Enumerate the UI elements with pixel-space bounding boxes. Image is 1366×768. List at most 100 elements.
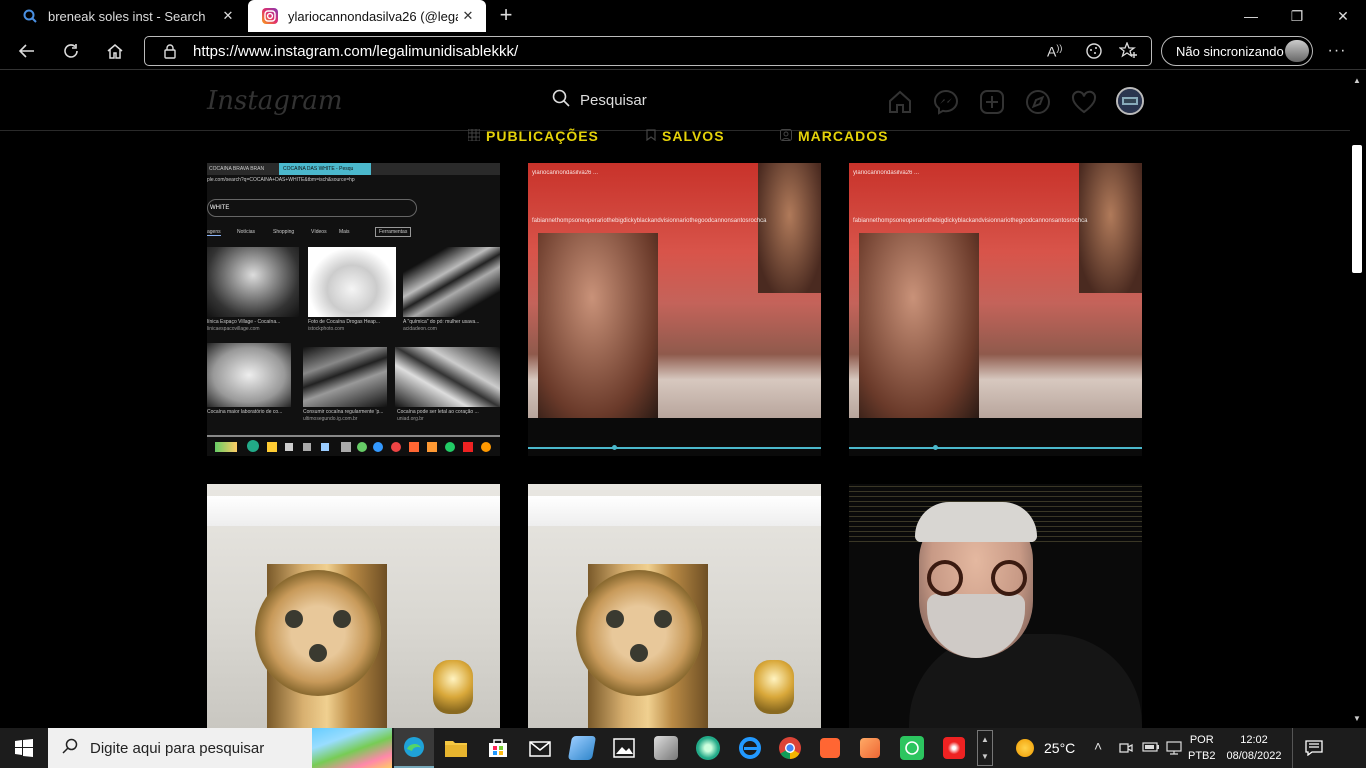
- post-thumbnail[interactable]: [207, 484, 500, 728]
- photo-box-lid: [528, 496, 821, 526]
- profile-sync-button[interactable]: Não sincronizando: [1161, 36, 1313, 66]
- file-explorer-icon[interactable]: [436, 728, 476, 768]
- search-highlight-image[interactable]: [312, 728, 392, 768]
- network-icon[interactable]: [1166, 740, 1182, 761]
- scroll-down-icon[interactable]: ▼: [1353, 714, 1361, 723]
- result-caption: Cocaína maior laboratório de co...: [207, 409, 283, 415]
- result-caption: Cocaína pode ser letal ao coração ... uni…: [397, 409, 479, 422]
- restore-icon[interactable]: ❐: [1274, 0, 1320, 32]
- address-bar[interactable]: https://www.instagram.com/legalimunidisa…: [144, 36, 1152, 66]
- close-window-icon[interactable]: ✕: [1320, 0, 1366, 32]
- battery-icon[interactable]: [1142, 740, 1160, 759]
- edge-taskbar-icon[interactable]: [394, 728, 434, 768]
- close-tab-icon[interactable]: ✕: [460, 8, 476, 24]
- navigation-bar: https://www.instagram.com/legalimunidisa…: [0, 32, 1366, 70]
- scroll-up-icon[interactable]: ▲: [1353, 76, 1361, 85]
- post-thumbnail[interactable]: ylariocannondasilva26 ... fabiannethomps…: [528, 163, 821, 456]
- whatsapp-icon[interactable]: [892, 728, 932, 768]
- grid-icon: [467, 128, 481, 144]
- tab-publicacoes[interactable]: PUBLICAÇÕES: [467, 128, 599, 144]
- read-aloud-icon[interactable]: A)): [1047, 43, 1062, 60]
- result-caption: línica Espaço Village - Cocaína... linica…: [207, 319, 281, 332]
- scrollbar-thumb[interactable]: [1352, 145, 1362, 273]
- taskbar-search-placeholder: Digite aqui para pesquisar: [90, 739, 265, 757]
- photo-box-lid: [207, 496, 500, 526]
- language-indicator[interactable]: POR PTB2: [1188, 732, 1216, 764]
- new-tab-button[interactable]: +: [494, 4, 518, 28]
- tab-title: breneak soles inst - Search: [48, 8, 206, 24]
- app-icon[interactable]: [688, 728, 728, 768]
- heart-icon[interactable]: [1071, 89, 1097, 115]
- filter-videos: Vídeos: [311, 229, 327, 235]
- app-icon[interactable]: [934, 728, 974, 768]
- result-image: [303, 347, 387, 407]
- notifications-icon[interactable]: [1294, 728, 1334, 768]
- video-progress-bar[interactable]: [528, 447, 821, 449]
- photos-icon[interactable]: [604, 728, 644, 768]
- video-progress-handle[interactable]: [933, 445, 938, 450]
- clock-date: 08/08/2022: [1226, 750, 1282, 762]
- internet-explorer-icon[interactable]: [730, 728, 770, 768]
- result-image: [207, 343, 291, 407]
- weather-widget[interactable]: 25°C: [1016, 728, 1075, 768]
- caption-overlay: ylariocannondasilva26 ... fabiannethomps…: [853, 170, 1088, 224]
- tab-instagram[interactable]: ylariocannondasilva26 (@legalimunidisabl…: [248, 0, 486, 32]
- app-icon[interactable]: [562, 728, 602, 768]
- minimize-icon[interactable]: —: [1228, 0, 1274, 32]
- system-clock[interactable]: 12:02 08/08/2022: [1226, 732, 1282, 764]
- post-thumbnail[interactable]: COCAINA BRAVA BRAN COCAINA DAS WHITE - P…: [207, 163, 500, 456]
- tracking-prevention-icon[interactable]: [1085, 42, 1103, 65]
- video-progress-handle[interactable]: [612, 445, 617, 450]
- messenger-icon[interactable]: [933, 89, 959, 115]
- filter-more: Mais: [339, 229, 350, 235]
- explore-icon[interactable]: [1025, 89, 1051, 115]
- favorite-star-icon[interactable]: [1118, 41, 1139, 65]
- clock-time: 12:02: [1240, 734, 1268, 746]
- meet-now-icon[interactable]: [1118, 740, 1134, 761]
- media-player-icon[interactable]: [850, 728, 890, 768]
- tab-marcados[interactable]: MARCADOS: [780, 128, 888, 144]
- screen-recorder-icon[interactable]: [810, 728, 850, 768]
- keyboard-layout: PTB2: [1188, 750, 1216, 762]
- app-icon[interactable]: [646, 728, 686, 768]
- taskbar-search-box[interactable]: Digite aqui para pesquisar: [48, 728, 312, 768]
- instagram-icon: [262, 8, 278, 24]
- new-post-icon[interactable]: [979, 89, 1005, 115]
- result-caption: Foto de Cocaína Drogas Heap... istockphot…: [308, 319, 380, 332]
- close-tab-icon[interactable]: ✕: [220, 8, 236, 24]
- watch-subdial: [309, 644, 327, 662]
- result-image: [308, 247, 396, 317]
- mail-icon[interactable]: [520, 728, 560, 768]
- tab-search[interactable]: breneak soles inst - Search ✕: [8, 0, 246, 32]
- home-icon[interactable]: [887, 89, 913, 115]
- sun-icon: [1016, 739, 1034, 757]
- video-progress-bar[interactable]: [849, 447, 1142, 449]
- chevron-up-icon[interactable]: ˄: [1094, 738, 1102, 754]
- search-icon: [552, 89, 570, 111]
- refresh-icon[interactable]: [56, 36, 86, 66]
- post-thumbnail[interactable]: [849, 484, 1142, 728]
- result-caption: A "química" do pó: mulher usava... acidad…: [403, 319, 480, 332]
- back-icon[interactable]: [12, 36, 42, 66]
- instagram-logo[interactable]: Instagram: [207, 86, 343, 116]
- profile-tabs: PUBLICAÇÕES SALVOS MARCADOS: [0, 128, 1350, 148]
- screenshot-searchbox: WHITE: [207, 199, 417, 217]
- post-thumbnail[interactable]: ylariocannondasilva26 ... fabiannethomps…: [849, 163, 1142, 456]
- windows-start-icon[interactable]: [4, 728, 44, 768]
- watch-subdial: [654, 610, 672, 628]
- lock-icon[interactable]: [163, 43, 177, 64]
- profile-avatar[interactable]: [1116, 87, 1144, 115]
- settings-more-icon[interactable]: ···: [1322, 36, 1352, 66]
- store-icon[interactable]: [478, 728, 518, 768]
- tab-salvos[interactable]: SALVOS: [646, 128, 725, 144]
- taskbar-scroll-icon[interactable]: ▲ ▼: [977, 730, 993, 766]
- instagram-search[interactable]: Pesquisar: [552, 89, 647, 111]
- screenshot-tab-1: COCAINA BRAVA BRAN: [209, 166, 265, 172]
- search-icon: [22, 8, 38, 24]
- temperature-label: 25°C: [1044, 740, 1076, 756]
- search-icon: [62, 738, 78, 758]
- post-thumbnail[interactable]: [528, 484, 821, 728]
- watch-subdial: [285, 610, 303, 628]
- home-icon[interactable]: [100, 36, 130, 66]
- chrome-icon[interactable]: [770, 728, 810, 768]
